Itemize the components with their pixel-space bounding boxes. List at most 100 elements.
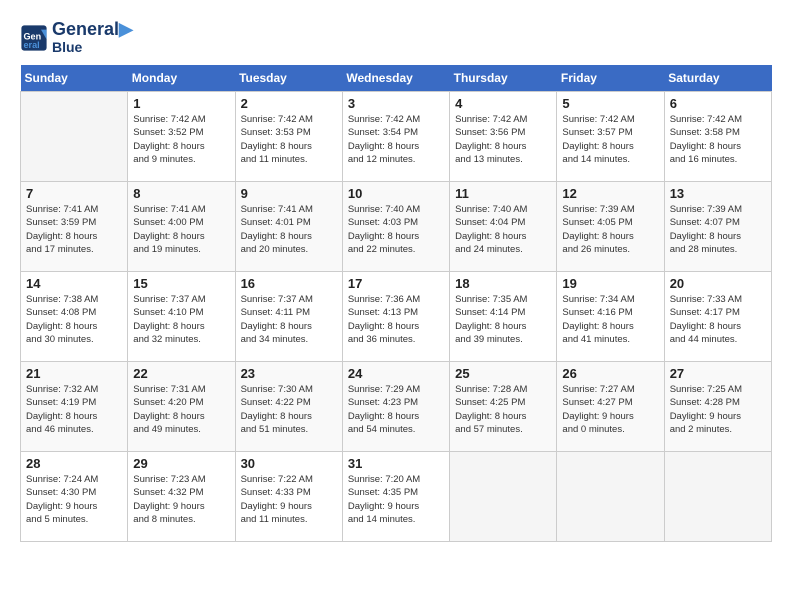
day-number: 5 (562, 96, 658, 111)
cell-info: Sunrise: 7:42 AM Sunset: 3:52 PM Dayligh… (133, 113, 229, 166)
day-number: 19 (562, 276, 658, 291)
calendar-cell: 21 Sunrise: 7:32 AM Sunset: 4:19 PM Dayli… (21, 362, 128, 452)
cell-info: Sunrise: 7:35 AM Sunset: 4:14 PM Dayligh… (455, 293, 551, 346)
calendar-cell: 26Sunrise: 7:27 AM Sunset: 4:27 PM Dayli… (557, 362, 664, 452)
week-row-2: 7Sunrise: 7:41 AM Sunset: 3:59 PM Daylig… (21, 182, 772, 272)
calendar-cell: 20 Sunrise: 7:33 AM Sunset: 4:17 PM Dayli… (664, 272, 771, 362)
calendar-cell: 17Sunrise: 7:36 AM Sunset: 4:13 PM Dayli… (342, 272, 449, 362)
week-row-4: 21 Sunrise: 7:32 AM Sunset: 4:19 PM Dayli… (21, 362, 772, 452)
day-number: 13 (670, 186, 766, 201)
calendar-cell: 1 Sunrise: 7:42 AM Sunset: 3:52 PM Daylig… (128, 92, 235, 182)
day-number: 21 (26, 366, 122, 381)
calendar-cell: 14 Sunrise: 7:38 AM Sunset: 4:08 PM Dayli… (21, 272, 128, 362)
cell-info: Sunrise: 7:37 AM Sunset: 4:11 PM Dayligh… (241, 293, 337, 346)
calendar-cell (664, 452, 771, 542)
weekday-header-tuesday: Tuesday (235, 65, 342, 92)
day-number: 17 (348, 276, 444, 291)
calendar-table: SundayMondayTuesdayWednesdayThursdayFrid… (20, 65, 772, 542)
cell-info: Sunrise: 7:24 AM Sunset: 4:30 PM Dayligh… (26, 473, 122, 526)
day-number: 27 (670, 366, 766, 381)
calendar-cell: 24 Sunrise: 7:29 AM Sunset: 4:23 PM Dayli… (342, 362, 449, 452)
calendar-cell: 7Sunrise: 7:41 AM Sunset: 3:59 PM Daylig… (21, 182, 128, 272)
calendar-cell: 31 Sunrise: 7:20 AM Sunset: 4:35 PM Dayli… (342, 452, 449, 542)
day-number: 3 (348, 96, 444, 111)
calendar-cell: 2Sunrise: 7:42 AM Sunset: 3:53 PM Daylig… (235, 92, 342, 182)
calendar-cell: 22 Sunrise: 7:31 AM Sunset: 4:20 PM Dayli… (128, 362, 235, 452)
cell-info: Sunrise: 7:34 AM Sunset: 4:16 PM Dayligh… (562, 293, 658, 346)
svg-text:eral: eral (24, 39, 40, 49)
day-number: 23 (241, 366, 337, 381)
cell-info: Sunrise: 7:39 AM Sunset: 4:07 PM Dayligh… (670, 203, 766, 256)
calendar-cell: 3 Sunrise: 7:42 AM Sunset: 3:54 PM Daylig… (342, 92, 449, 182)
cell-info: Sunrise: 7:42 AM Sunset: 3:53 PM Dayligh… (241, 113, 337, 166)
cell-info: Sunrise: 7:38 AM Sunset: 4:08 PM Dayligh… (26, 293, 122, 346)
cell-info: Sunrise: 7:32 AM Sunset: 4:19 PM Dayligh… (26, 383, 122, 436)
day-number: 25 (455, 366, 551, 381)
page-header: Gen eral General▶ Blue (20, 20, 772, 55)
calendar-cell: 25 Sunrise: 7:28 AM Sunset: 4:25 PM Dayli… (450, 362, 557, 452)
day-number: 28 (26, 456, 122, 471)
day-number: 20 (670, 276, 766, 291)
calendar-cell: 18 Sunrise: 7:35 AM Sunset: 4:14 PM Dayli… (450, 272, 557, 362)
weekday-header-thursday: Thursday (450, 65, 557, 92)
weekday-header-sunday: Sunday (21, 65, 128, 92)
day-number: 11 (455, 186, 551, 201)
header-row: SundayMondayTuesdayWednesdayThursdayFrid… (21, 65, 772, 92)
day-number: 15 (133, 276, 229, 291)
day-number: 18 (455, 276, 551, 291)
day-number: 24 (348, 366, 444, 381)
calendar-cell: 29Sunrise: 7:23 AM Sunset: 4:32 PM Dayli… (128, 452, 235, 542)
cell-info: Sunrise: 7:33 AM Sunset: 4:17 PM Dayligh… (670, 293, 766, 346)
cell-info: Sunrise: 7:40 AM Sunset: 4:03 PM Dayligh… (348, 203, 444, 256)
calendar-cell (21, 92, 128, 182)
cell-info: Sunrise: 7:22 AM Sunset: 4:33 PM Dayligh… (241, 473, 337, 526)
calendar-cell (557, 452, 664, 542)
calendar-cell: 13 Sunrise: 7:39 AM Sunset: 4:07 PM Dayli… (664, 182, 771, 272)
weekday-header-monday: Monday (128, 65, 235, 92)
cell-info: Sunrise: 7:42 AM Sunset: 3:56 PM Dayligh… (455, 113, 551, 166)
weekday-header-friday: Friday (557, 65, 664, 92)
cell-info: Sunrise: 7:41 AM Sunset: 4:00 PM Dayligh… (133, 203, 229, 256)
calendar-cell: 15Sunrise: 7:37 AM Sunset: 4:10 PM Dayli… (128, 272, 235, 362)
day-number: 9 (241, 186, 337, 201)
day-number: 1 (133, 96, 229, 111)
cell-info: Sunrise: 7:27 AM Sunset: 4:27 PM Dayligh… (562, 383, 658, 436)
calendar-cell: 12 Sunrise: 7:39 AM Sunset: 4:05 PM Dayli… (557, 182, 664, 272)
cell-info: Sunrise: 7:39 AM Sunset: 4:05 PM Dayligh… (562, 203, 658, 256)
day-number: 16 (241, 276, 337, 291)
week-row-5: 28 Sunrise: 7:24 AM Sunset: 4:30 PM Dayli… (21, 452, 772, 542)
cell-info: Sunrise: 7:42 AM Sunset: 3:54 PM Dayligh… (348, 113, 444, 166)
calendar-cell: 10 Sunrise: 7:40 AM Sunset: 4:03 PM Dayli… (342, 182, 449, 272)
day-number: 4 (455, 96, 551, 111)
day-number: 31 (348, 456, 444, 471)
logo-general: General▶ (52, 20, 133, 40)
weekday-header-saturday: Saturday (664, 65, 771, 92)
calendar-cell: 23 Sunrise: 7:30 AM Sunset: 4:22 PM Dayli… (235, 362, 342, 452)
cell-info: Sunrise: 7:42 AM Sunset: 3:58 PM Dayligh… (670, 113, 766, 166)
cell-info: Sunrise: 7:23 AM Sunset: 4:32 PM Dayligh… (133, 473, 229, 526)
cell-info: Sunrise: 7:28 AM Sunset: 4:25 PM Dayligh… (455, 383, 551, 436)
cell-info: Sunrise: 7:29 AM Sunset: 4:23 PM Dayligh… (348, 383, 444, 436)
cell-info: Sunrise: 7:41 AM Sunset: 4:01 PM Dayligh… (241, 203, 337, 256)
day-number: 10 (348, 186, 444, 201)
logo: Gen eral General▶ Blue (20, 20, 133, 55)
cell-info: Sunrise: 7:31 AM Sunset: 4:20 PM Dayligh… (133, 383, 229, 436)
week-row-3: 14 Sunrise: 7:38 AM Sunset: 4:08 PM Dayli… (21, 272, 772, 362)
day-number: 22 (133, 366, 229, 381)
week-row-1: 1 Sunrise: 7:42 AM Sunset: 3:52 PM Daylig… (21, 92, 772, 182)
calendar-cell: 9 Sunrise: 7:41 AM Sunset: 4:01 PM Daylig… (235, 182, 342, 272)
weekday-header-wednesday: Wednesday (342, 65, 449, 92)
cell-info: Sunrise: 7:20 AM Sunset: 4:35 PM Dayligh… (348, 473, 444, 526)
cell-info: Sunrise: 7:25 AM Sunset: 4:28 PM Dayligh… (670, 383, 766, 436)
calendar-cell: 19 Sunrise: 7:34 AM Sunset: 4:16 PM Dayli… (557, 272, 664, 362)
calendar-cell: 30Sunrise: 7:22 AM Sunset: 4:33 PM Dayli… (235, 452, 342, 542)
calendar-cell: 27 Sunrise: 7:25 AM Sunset: 4:28 PM Dayli… (664, 362, 771, 452)
calendar-cell: 8Sunrise: 7:41 AM Sunset: 4:00 PM Daylig… (128, 182, 235, 272)
calendar-cell: 4 Sunrise: 7:42 AM Sunset: 3:56 PM Daylig… (450, 92, 557, 182)
day-number: 14 (26, 276, 122, 291)
day-number: 12 (562, 186, 658, 201)
cell-info: Sunrise: 7:30 AM Sunset: 4:22 PM Dayligh… (241, 383, 337, 436)
cell-info: Sunrise: 7:41 AM Sunset: 3:59 PM Dayligh… (26, 203, 122, 256)
cell-info: Sunrise: 7:42 AM Sunset: 3:57 PM Dayligh… (562, 113, 658, 166)
calendar-cell: 28 Sunrise: 7:24 AM Sunset: 4:30 PM Dayli… (21, 452, 128, 542)
